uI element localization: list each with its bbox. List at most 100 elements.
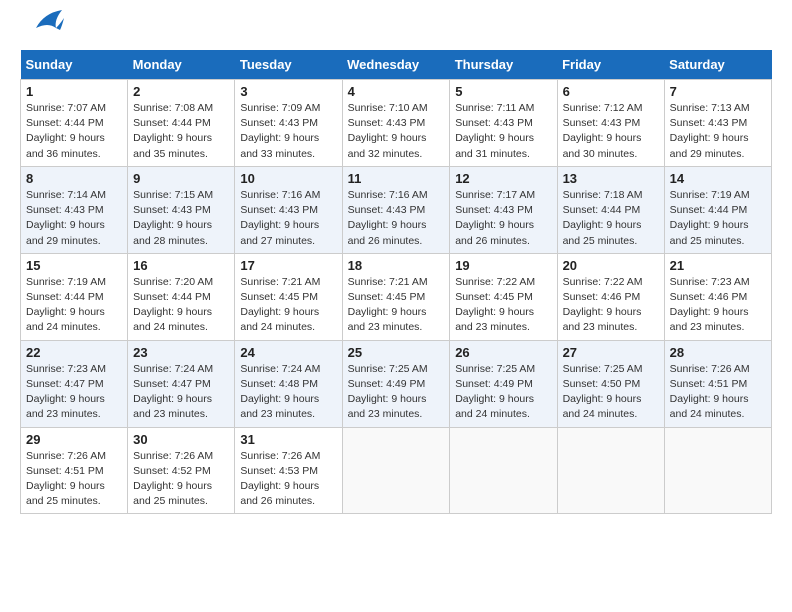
day-detail: Sunrise: 7:13 AMSunset: 4:43 PMDaylight:… [670, 101, 766, 162]
day-detail: Sunrise: 7:25 AMSunset: 4:50 PMDaylight:… [563, 362, 659, 423]
calendar-cell: 19 Sunrise: 7:22 AMSunset: 4:45 PMDayligh… [450, 253, 557, 340]
day-detail: Sunrise: 7:19 AMSunset: 4:44 PMDaylight:… [670, 188, 766, 249]
calendar-week-row: 22Sunrise: 7:23 AMSunset: 4:47 PMDayligh… [21, 340, 772, 427]
calendar-cell: 28Sunrise: 7:26 AMSunset: 4:51 PMDayligh… [664, 340, 771, 427]
day-detail: Sunrise: 7:14 AMSunset: 4:43 PMDaylight:… [26, 188, 122, 249]
day-detail: Sunrise: 7:21 AMSunset: 4:45 PMDaylight:… [348, 275, 445, 336]
day-detail: Sunrise: 7:22 AMSunset: 4:45 PMDaylight:… [455, 275, 551, 336]
calendar-cell: 1 Sunrise: 7:07 AMSunset: 4:44 PMDaylight… [21, 80, 128, 167]
day-number: 23 [133, 345, 229, 360]
day-detail: Sunrise: 7:09 AMSunset: 4:43 PMDaylight:… [240, 101, 336, 162]
day-number: 31 [240, 432, 336, 447]
day-number: 10 [240, 171, 336, 186]
day-number: 3 [240, 84, 336, 99]
calendar-cell: 16 Sunrise: 7:20 AMSunset: 4:44 PMDayligh… [128, 253, 235, 340]
calendar-cell: 9 Sunrise: 7:15 AMSunset: 4:43 PMDaylight… [128, 166, 235, 253]
logo [20, 16, 64, 40]
calendar-table: SundayMondayTuesdayWednesdayThursdayFrid… [20, 50, 772, 514]
day-number: 21 [670, 258, 766, 273]
calendar-cell: 21 Sunrise: 7:23 AMSunset: 4:46 PMDayligh… [664, 253, 771, 340]
header-saturday: Saturday [664, 50, 771, 80]
calendar-cell: 31 Sunrise: 7:26 AMSunset: 4:53 PMDayligh… [235, 427, 342, 514]
calendar-header-row: SundayMondayTuesdayWednesdayThursdayFrid… [21, 50, 772, 80]
day-detail: Sunrise: 7:19 AMSunset: 4:44 PMDaylight:… [26, 275, 122, 336]
calendar-week-row: 1 Sunrise: 7:07 AMSunset: 4:44 PMDaylight… [21, 80, 772, 167]
day-detail: Sunrise: 7:07 AMSunset: 4:44 PMDaylight:… [26, 101, 122, 162]
calendar-cell: 11 Sunrise: 7:16 AMSunset: 4:43 PMDayligh… [342, 166, 450, 253]
day-detail: Sunrise: 7:10 AMSunset: 4:43 PMDaylight:… [348, 101, 445, 162]
day-number: 9 [133, 171, 229, 186]
day-detail: Sunrise: 7:25 AMSunset: 4:49 PMDaylight:… [455, 362, 551, 423]
day-number: 20 [563, 258, 659, 273]
calendar-cell: 8 Sunrise: 7:14 AMSunset: 4:43 PMDaylight… [21, 166, 128, 253]
header-thursday: Thursday [450, 50, 557, 80]
day-detail: Sunrise: 7:26 AMSunset: 4:52 PMDaylight:… [133, 449, 229, 510]
day-detail: Sunrise: 7:26 AMSunset: 4:53 PMDaylight:… [240, 449, 336, 510]
calendar-cell: 14Sunrise: 7:19 AMSunset: 4:44 PMDayligh… [664, 166, 771, 253]
calendar-cell: 15 Sunrise: 7:19 AMSunset: 4:44 PMDayligh… [21, 253, 128, 340]
day-number: 24 [240, 345, 336, 360]
day-number: 1 [26, 84, 122, 99]
day-number: 19 [455, 258, 551, 273]
calendar-cell: 5 Sunrise: 7:11 AMSunset: 4:43 PMDaylight… [450, 80, 557, 167]
calendar-cell: 18 Sunrise: 7:21 AMSunset: 4:45 PMDayligh… [342, 253, 450, 340]
calendar-cell: 17 Sunrise: 7:21 AMSunset: 4:45 PMDayligh… [235, 253, 342, 340]
calendar-cell: 22Sunrise: 7:23 AMSunset: 4:47 PMDayligh… [21, 340, 128, 427]
day-number: 6 [563, 84, 659, 99]
day-detail: Sunrise: 7:17 AMSunset: 4:43 PMDaylight:… [455, 188, 551, 249]
day-number: 5 [455, 84, 551, 99]
day-detail: Sunrise: 7:20 AMSunset: 4:44 PMDaylight:… [133, 275, 229, 336]
calendar-cell: 25 Sunrise: 7:25 AMSunset: 4:49 PMDayligh… [342, 340, 450, 427]
calendar-cell: 10Sunrise: 7:16 AMSunset: 4:43 PMDayligh… [235, 166, 342, 253]
day-number: 11 [348, 171, 445, 186]
day-number: 16 [133, 258, 229, 273]
day-number: 17 [240, 258, 336, 273]
calendar-cell: 29Sunrise: 7:26 AMSunset: 4:51 PMDayligh… [21, 427, 128, 514]
day-number: 30 [133, 432, 229, 447]
day-number: 25 [348, 345, 445, 360]
logo-bird-icon [26, 8, 64, 40]
day-detail: Sunrise: 7:18 AMSunset: 4:44 PMDaylight:… [563, 188, 659, 249]
calendar-cell: 6 Sunrise: 7:12 AMSunset: 4:43 PMDaylight… [557, 80, 664, 167]
day-number: 18 [348, 258, 445, 273]
calendar-cell: 30 Sunrise: 7:26 AMSunset: 4:52 PMDayligh… [128, 427, 235, 514]
day-number: 8 [26, 171, 122, 186]
day-detail: Sunrise: 7:11 AMSunset: 4:43 PMDaylight:… [455, 101, 551, 162]
day-detail: Sunrise: 7:24 AMSunset: 4:47 PMDaylight:… [133, 362, 229, 423]
day-number: 13 [563, 171, 659, 186]
day-number: 27 [563, 345, 659, 360]
calendar-cell: 7 Sunrise: 7:13 AMSunset: 4:43 PMDaylight… [664, 80, 771, 167]
day-detail: Sunrise: 7:12 AMSunset: 4:43 PMDaylight:… [563, 101, 659, 162]
day-number: 28 [670, 345, 766, 360]
calendar-cell [450, 427, 557, 514]
day-detail: Sunrise: 7:15 AMSunset: 4:43 PMDaylight:… [133, 188, 229, 249]
calendar-cell [557, 427, 664, 514]
header-sunday: Sunday [21, 50, 128, 80]
day-number: 22 [26, 345, 122, 360]
calendar-cell: 3 Sunrise: 7:09 AMSunset: 4:43 PMDaylight… [235, 80, 342, 167]
calendar-week-row: 15 Sunrise: 7:19 AMSunset: 4:44 PMDayligh… [21, 253, 772, 340]
page-header [20, 16, 772, 40]
day-number: 15 [26, 258, 122, 273]
day-detail: Sunrise: 7:26 AMSunset: 4:51 PMDaylight:… [26, 449, 122, 510]
calendar-cell: 24 Sunrise: 7:24 AMSunset: 4:48 PMDayligh… [235, 340, 342, 427]
day-detail: Sunrise: 7:21 AMSunset: 4:45 PMDaylight:… [240, 275, 336, 336]
day-number: 2 [133, 84, 229, 99]
calendar-cell: 13 Sunrise: 7:18 AMSunset: 4:44 PMDayligh… [557, 166, 664, 253]
day-detail: Sunrise: 7:08 AMSunset: 4:44 PMDaylight:… [133, 101, 229, 162]
day-number: 12 [455, 171, 551, 186]
day-detail: Sunrise: 7:25 AMSunset: 4:49 PMDaylight:… [348, 362, 445, 423]
day-number: 26 [455, 345, 551, 360]
calendar-cell: 4 Sunrise: 7:10 AMSunset: 4:43 PMDaylight… [342, 80, 450, 167]
day-number: 7 [670, 84, 766, 99]
header-friday: Friday [557, 50, 664, 80]
day-number: 4 [348, 84, 445, 99]
day-detail: Sunrise: 7:16 AMSunset: 4:43 PMDaylight:… [348, 188, 445, 249]
calendar-cell: 2 Sunrise: 7:08 AMSunset: 4:44 PMDaylight… [128, 80, 235, 167]
header-monday: Monday [128, 50, 235, 80]
day-detail: Sunrise: 7:24 AMSunset: 4:48 PMDaylight:… [240, 362, 336, 423]
calendar-cell: 20Sunrise: 7:22 AMSunset: 4:46 PMDayligh… [557, 253, 664, 340]
day-detail: Sunrise: 7:23 AMSunset: 4:46 PMDaylight:… [670, 275, 766, 336]
header-wednesday: Wednesday [342, 50, 450, 80]
header-tuesday: Tuesday [235, 50, 342, 80]
